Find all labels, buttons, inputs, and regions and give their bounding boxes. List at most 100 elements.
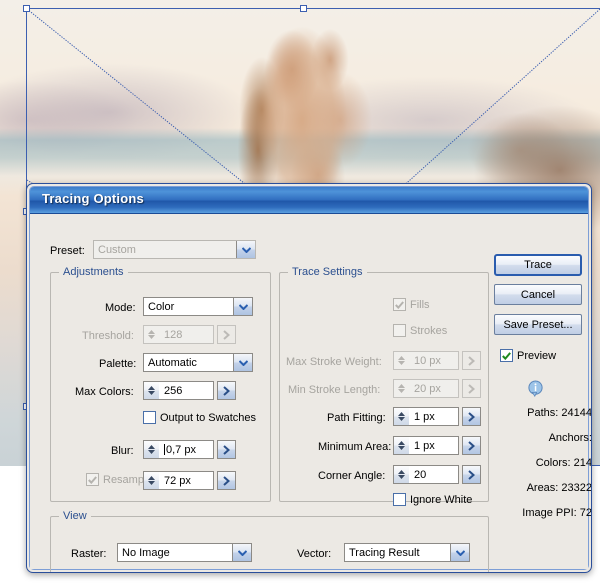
application-canvas: Tracing Options Preset: Custom Adjustmen… [0, 0, 600, 583]
checkbox-box[interactable] [393, 493, 406, 506]
corner-angle-spin-arrows[interactable] [393, 465, 409, 484]
checkbox-box [86, 473, 99, 486]
adjustments-legend: Adjustments [63, 266, 124, 278]
raster-label: Raster: [71, 548, 107, 560]
selection-handle-top-left[interactable] [23, 5, 30, 12]
minimum-area-label: Minimum Area: [318, 441, 392, 453]
ignore-white-checkbox[interactable]: Ignore White [393, 493, 472, 506]
max-colors-value[interactable]: 256 [159, 381, 214, 400]
checkbox-box [393, 298, 406, 311]
palette-value: Automatic [148, 356, 197, 369]
corner-angle-label: Corner Angle: [318, 470, 386, 482]
threshold-label: Threshold: [82, 330, 134, 342]
mode-label: Mode: [105, 302, 136, 314]
min-stroke-length-label: Min Stroke Length: [288, 384, 381, 396]
fills-label: Fills [410, 298, 430, 311]
blur-label: Blur: [111, 445, 134, 457]
chevron-down-icon[interactable] [233, 354, 252, 371]
checkbox-box[interactable] [500, 349, 513, 362]
palette-combobox[interactable]: Automatic [143, 353, 253, 372]
text-caret [164, 444, 165, 455]
preset-value: Custom [98, 243, 136, 256]
resample-go-icon[interactable] [217, 471, 236, 490]
trace-button[interactable]: Trace [494, 254, 582, 276]
blur-stepper[interactable]: 0,7 px [143, 440, 236, 459]
chevron-down-icon[interactable] [450, 544, 469, 561]
info-icon[interactable] [527, 380, 544, 402]
min-stroke-length-value: 20 px [409, 379, 459, 398]
threshold-stepper: 128 [143, 325, 236, 344]
preset-combobox[interactable]: Custom [93, 240, 256, 259]
min-stroke-length-spin-arrows [393, 379, 409, 398]
view-group: View Raster: No Image Vector: Tracing Re… [50, 510, 489, 572]
mode-combobox[interactable]: Color [143, 297, 253, 316]
max-stroke-weight-stepper: 10 px [393, 351, 481, 370]
dialog-title: Tracing Options [42, 191, 144, 206]
corner-angle-go-icon[interactable] [462, 465, 481, 484]
tracing-options-dialog: Tracing Options Preset: Custom Adjustmen… [26, 183, 592, 573]
dialog-titlebar[interactable]: Tracing Options [30, 187, 588, 214]
stat-anchors: Anchors: [548, 432, 592, 444]
max-stroke-weight-label: Max Stroke Weight: [286, 356, 382, 368]
minimum-area-value[interactable]: 1 px [409, 436, 459, 455]
fills-checkbox: Fills [393, 298, 430, 311]
checkbox-box[interactable] [143, 411, 156, 424]
vector-label: Vector: [297, 548, 332, 560]
path-fitting-stepper[interactable]: 1 px [393, 407, 481, 426]
raster-value: No Image [122, 546, 170, 559]
blur-spin-arrows[interactable] [143, 440, 159, 459]
path-fitting-go-icon[interactable] [462, 407, 481, 426]
stat-image-ppi: Image PPI: 72 [522, 507, 592, 519]
resample-spin-arrows[interactable] [143, 471, 159, 490]
output-to-swatches-checkbox[interactable]: Output to Swatches [143, 411, 256, 424]
path-fitting-label: Path Fitting: [327, 412, 386, 424]
minimum-area-spin-arrows[interactable] [393, 436, 409, 455]
save-preset-button[interactable]: Save Preset... [494, 314, 582, 335]
blur-go-icon[interactable] [217, 440, 236, 459]
vector-combobox[interactable]: Tracing Result [344, 543, 470, 562]
ignore-white-label: Ignore White [410, 493, 473, 506]
mode-value: Color [148, 300, 175, 313]
path-fitting-spin-arrows[interactable] [393, 407, 409, 426]
max-stroke-weight-spin-arrows [393, 351, 409, 370]
minimum-area-stepper[interactable]: 1 px [393, 436, 481, 455]
path-fitting-value[interactable]: 1 px [409, 407, 459, 426]
selection-handle-top-center[interactable] [300, 5, 307, 12]
chevron-down-icon[interactable] [232, 544, 251, 561]
vector-value: Tracing Result [349, 546, 420, 559]
minimum-area-go-icon[interactable] [462, 436, 481, 455]
adjustments-group: Adjustments Mode: Color Threshold: 128 P… [50, 266, 271, 502]
strokes-label: Strokes [410, 324, 448, 337]
preview-label: Preview [517, 349, 557, 362]
chevron-down-icon[interactable] [233, 298, 252, 315]
stat-areas: Areas: 23322 [526, 482, 592, 494]
resample-stepper[interactable]: 72 px [143, 471, 236, 490]
preview-checkbox[interactable]: Preview [500, 349, 556, 362]
trace-settings-legend: Trace Settings [292, 266, 363, 278]
cancel-button[interactable]: Cancel [494, 284, 582, 305]
corner-angle-value[interactable]: 20 [409, 465, 459, 484]
max-colors-spin-arrows[interactable] [143, 381, 159, 400]
threshold-go-icon [217, 325, 236, 344]
min-stroke-length-stepper: 20 px [393, 379, 481, 398]
max-stroke-weight-go-icon [462, 351, 481, 370]
stat-paths: Paths: 24144 [527, 407, 592, 419]
blur-value: 0,7 px [166, 443, 196, 456]
max-colors-go-icon[interactable] [217, 381, 236, 400]
blur-value-field[interactable]: 0,7 px [159, 440, 214, 459]
resample-value[interactable]: 72 px [159, 471, 214, 490]
raster-combobox[interactable]: No Image [117, 543, 252, 562]
max-colors-stepper[interactable]: 256 [143, 381, 236, 400]
threshold-spin-arrows [143, 325, 159, 344]
max-colors-label: Max Colors: [75, 386, 134, 398]
checkbox-box [393, 324, 406, 337]
max-stroke-weight-value: 10 px [409, 351, 459, 370]
palette-label: Palette: [99, 358, 137, 370]
preset-label: Preset: [50, 245, 85, 257]
threshold-value: 128 [159, 325, 214, 344]
view-legend: View [63, 510, 87, 522]
chevron-down-icon[interactable] [236, 241, 255, 258]
trace-settings-group: Trace Settings Fills Strokes Max Stroke … [279, 266, 489, 506]
dialog-inner-frame: Tracing Options Preset: Custom Adjustmen… [29, 186, 592, 572]
corner-angle-stepper[interactable]: 20 [393, 465, 481, 484]
